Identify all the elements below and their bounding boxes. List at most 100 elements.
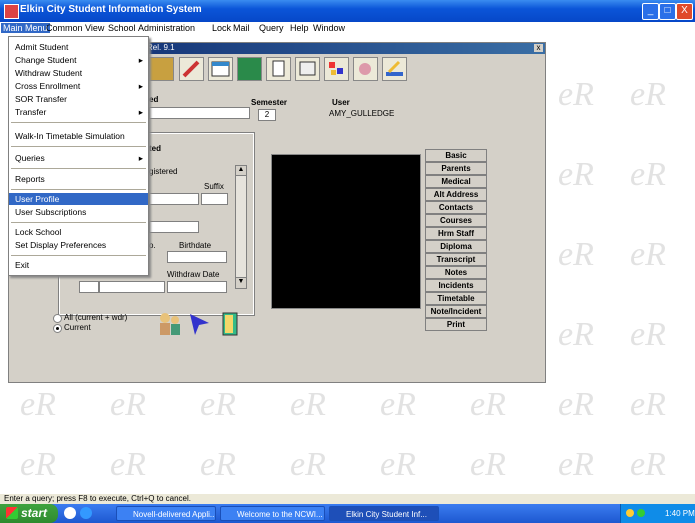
menu-school[interactable]: School — [108, 23, 136, 33]
app-icon[interactable] — [4, 4, 19, 19]
task-novell[interactable]: Novell-delivered Appli... — [116, 506, 216, 521]
timetable-button[interactable]: Timetable — [425, 292, 487, 305]
menu-item-lock-school[interactable]: Lock School — [9, 226, 148, 238]
watermark-logo: eR — [558, 316, 594, 353]
students-icon[interactable] — [149, 57, 174, 81]
note-incident-button[interactable]: Note/Incident — [425, 305, 487, 318]
menu-item-withdraw-student[interactable]: Withdraw Student — [9, 67, 148, 79]
parents-button[interactable]: Parents — [425, 162, 487, 175]
first-name-field[interactable] — [149, 193, 199, 205]
minimize-button[interactable]: _ — [642, 3, 659, 20]
reports-icon[interactable] — [266, 57, 291, 81]
notes-button[interactable]: Notes — [425, 266, 487, 279]
cleanup-icon[interactable] — [382, 57, 407, 81]
ie-quicklaunch-icon[interactable] — [80, 507, 92, 519]
submenu-arrow-icon: ▸ — [138, 55, 143, 65]
menu-mail[interactable]: Mail — [233, 23, 250, 33]
withdraw-date-label: Withdraw Date — [167, 270, 220, 279]
menu-separator — [11, 146, 146, 147]
system-codes-icon[interactable] — [295, 57, 320, 81]
menu-separator — [11, 222, 146, 223]
handshake-icon[interactable] — [353, 57, 378, 81]
menu-query[interactable]: Query — [259, 23, 284, 33]
radio-all-label: All (current + wdr) — [64, 313, 128, 322]
scrollbar-track[interactable] — [235, 175, 247, 279]
watermark-logo: eR — [20, 446, 56, 483]
diploma-button[interactable]: Diploma — [425, 240, 487, 253]
menu-item-user-profile[interactable]: User Profile — [9, 193, 148, 205]
birthdate-label: Birthdate — [179, 241, 212, 250]
hrm-staff-button[interactable]: Hrm Staff — [425, 227, 487, 240]
menu-item-cross-enrollment[interactable]: Cross Enrollment ▸ — [9, 80, 148, 92]
tray-icon[interactable] — [626, 509, 634, 517]
semester-field[interactable]: 2 — [258, 109, 276, 121]
withdraw-date-field[interactable] — [167, 281, 227, 293]
menu-lock[interactable]: Lock — [212, 23, 231, 33]
menu-item-transfer[interactable]: Transfer ▸ — [9, 106, 148, 118]
radio-current-label: Current — [64, 323, 91, 332]
middle-field[interactable] — [149, 221, 199, 233]
watermark-logo: eR — [290, 446, 326, 483]
menu-item-set-display-preferences[interactable]: Set Display Preferences — [9, 239, 148, 251]
menu-item-change-student[interactable]: Change Student ▸ — [9, 54, 148, 66]
menu-item-admit-student[interactable]: Admit Student — [9, 41, 148, 53]
suffix-field[interactable] — [201, 193, 228, 205]
grade-field[interactable] — [79, 281, 99, 293]
alt-address-button[interactable]: Alt Address — [425, 188, 487, 201]
name-field[interactable] — [149, 107, 250, 119]
watermark-logo: eR — [110, 386, 146, 423]
clock: 1:40 PM — [665, 509, 695, 518]
menu-item-queries[interactable]: Queries ▸ — [9, 152, 148, 164]
main-menu-dropdown: Admit Student Change Student ▸ Withdraw S… — [8, 36, 149, 276]
user-value: AMY_GULLEDGE — [329, 109, 395, 118]
school-field[interactable] — [99, 281, 165, 293]
task-elkin-city[interactable]: Elkin City Student Inf... — [329, 506, 439, 521]
watermark-logo: eR — [558, 386, 594, 423]
menu-window[interactable]: Window — [313, 23, 345, 33]
menu-administration[interactable]: Administration — [138, 23, 195, 33]
watermark-logo: eR — [558, 446, 594, 483]
close-button[interactable]: X — [676, 3, 693, 20]
menu-item-exit[interactable]: Exit — [9, 259, 148, 271]
blocks-icon[interactable] — [324, 57, 349, 81]
watermark-logo: eR — [110, 446, 146, 483]
birthdate-field[interactable] — [167, 251, 227, 263]
child-close-button[interactable]: x — [534, 44, 543, 52]
scroll-down-button[interactable]: ▼ — [235, 277, 247, 289]
radio-current[interactable] — [53, 324, 62, 333]
radio-all-current-wdr[interactable] — [53, 314, 62, 323]
pencil-icon[interactable] — [179, 57, 204, 81]
child-title: Rel. 9.1 — [147, 43, 175, 52]
registered-label: gistered — [149, 167, 178, 176]
print-button[interactable]: Print — [425, 318, 487, 331]
tray-icon[interactable] — [637, 509, 645, 517]
browser-quicklaunch-icon[interactable] — [64, 507, 76, 519]
watermark-logo: eR — [630, 76, 666, 113]
transcript-button[interactable]: Transcript — [425, 253, 487, 266]
watermark-logo: eR — [630, 386, 666, 423]
student-photo — [271, 154, 421, 309]
contacts-button[interactable]: Contacts — [425, 201, 487, 214]
menu-common-view[interactable]: Common View — [46, 23, 104, 33]
menu-item-reports[interactable]: Reports — [9, 173, 148, 185]
task-welcome-ncwi[interactable]: Welcome to the NCWI... — [220, 506, 325, 521]
courses-button[interactable]: Courses — [425, 214, 487, 227]
search-people-icon[interactable] — [156, 311, 182, 337]
math-icon[interactable] — [237, 57, 262, 81]
incidents-button[interactable]: Incidents — [425, 279, 487, 292]
menu-bar: Main Menu Common View School Administrat… — [0, 22, 695, 36]
maximize-button[interactable]: □ — [659, 3, 676, 20]
calendar-icon[interactable] — [208, 57, 233, 81]
watermark-logo: eR — [630, 446, 666, 483]
pointer-icon[interactable] — [186, 311, 212, 337]
medical-button[interactable]: Medical — [425, 175, 487, 188]
watermark-logo: eR — [380, 386, 416, 423]
exit-door-icon[interactable] — [217, 311, 243, 337]
menu-main[interactable]: Main Menu — [1, 23, 50, 33]
menu-help[interactable]: Help — [290, 23, 309, 33]
start-button[interactable]: start — [0, 504, 58, 523]
menu-item-sor-transfer[interactable]: SOR Transfer — [9, 93, 148, 105]
menu-item-user-subscriptions[interactable]: User Subscriptions — [9, 206, 148, 218]
basic-button[interactable]: Basic — [425, 149, 487, 162]
menu-item-walk-in-timetable[interactable]: Walk-In Timetable Simulation — [9, 130, 148, 142]
